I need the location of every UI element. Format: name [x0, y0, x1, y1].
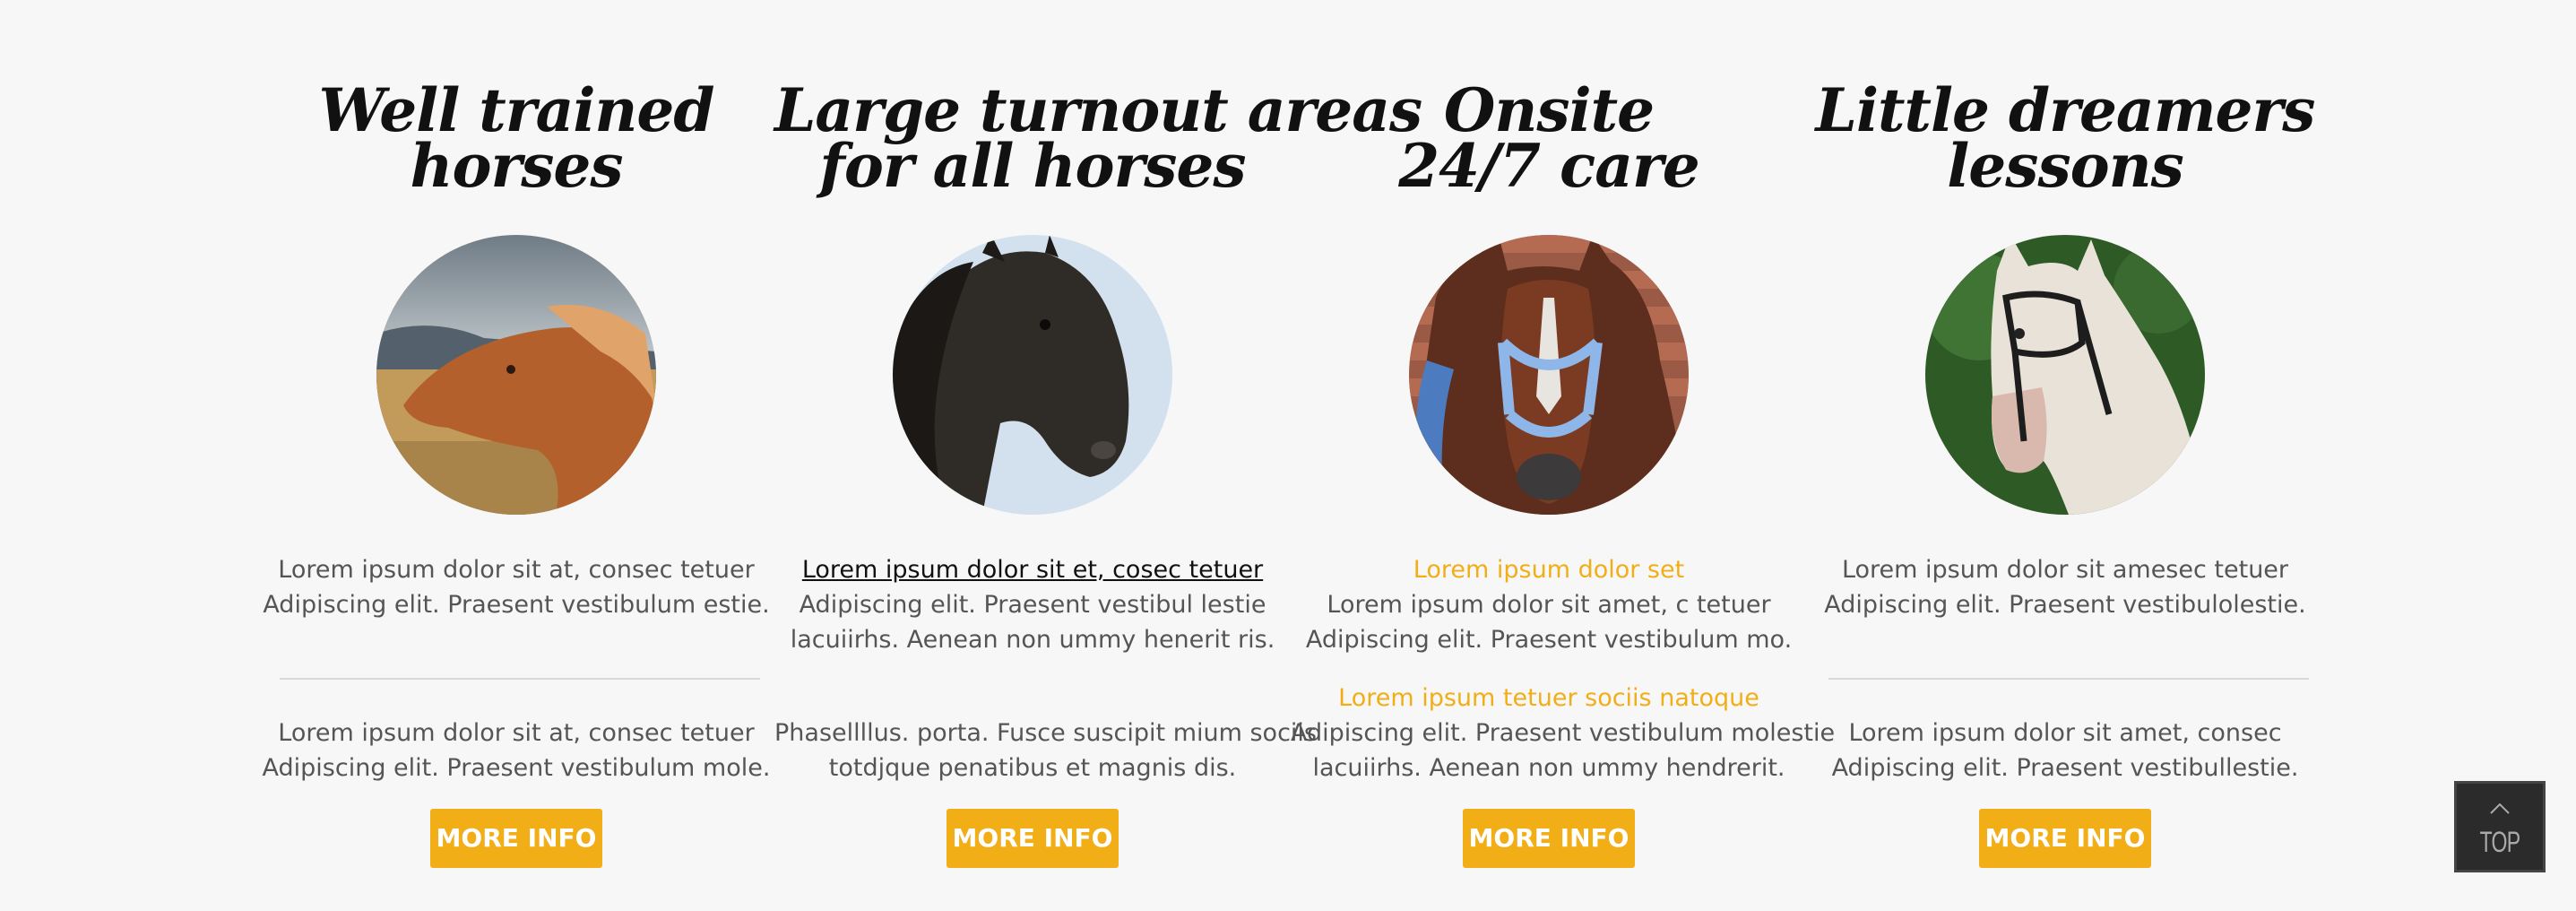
- title-line: Well trained: [318, 75, 714, 145]
- accent-heading: Lorem ipsum dolor set: [1413, 556, 1685, 584]
- divider: [1828, 678, 2309, 680]
- text-line: Adipiscing elit. Praesent vestibul lesti…: [799, 591, 1266, 619]
- text-block-2: Phasellllus. porta. Fusce suscipit mium …: [774, 716, 1317, 785]
- horse-photo-black-icon: [893, 235, 1172, 515]
- text-block-1: Lorem ipsum dolor sit at, consec tetuer …: [258, 552, 774, 622]
- title-line: Large turnout areas: [774, 75, 1422, 145]
- title-line: horses: [410, 131, 623, 201]
- column-title: Large turnout areas for all horses: [774, 75, 1422, 201]
- column-title: Well trained horses: [258, 75, 774, 201]
- feature-column-turnout-areas: Large turnout areas for all horses Lorem…: [774, 0, 1422, 911]
- text-line: lacuiirhs. Aenean non ummy henerit ris.: [790, 626, 1275, 654]
- text-line: Adipiscing elit. Praesent vestibulum mol…: [1291, 719, 1836, 747]
- text-line: Phasellllus. porta. Fusce suscipit mium …: [774, 719, 1317, 747]
- accent-heading: Lorem ipsum tetuer sociis natoque: [1338, 684, 1759, 712]
- title-line: lessons: [1947, 131, 2184, 201]
- horse-photo-bay-halter: [1409, 235, 1689, 515]
- back-to-top-button[interactable]: TOP: [2454, 781, 2546, 872]
- horse-photo-white-icon: [1925, 235, 2205, 515]
- text-line: Adipiscing elit. Praesent vestibullestie…: [1831, 754, 2299, 782]
- title-line: for all horses: [819, 131, 1246, 201]
- title-line: Onsite: [1443, 75, 1655, 145]
- text-line: Adipiscing elit. Praesent vestibulum est…: [263, 591, 770, 619]
- horse-photo-white: [1925, 235, 2205, 515]
- horse-photo-bay-halter-icon: [1409, 235, 1689, 515]
- text-line: Lorem ipsum dolor sit amesec tetuer: [1841, 556, 2289, 584]
- more-info-button[interactable]: MORE INFO: [1463, 809, 1635, 868]
- text-block-1: Lorem ipsum dolor sit et, cosec tetuer A…: [774, 552, 1291, 657]
- features-row: Well trained horses Lorem ipsum dolor si…: [0, 0, 2576, 911]
- feature-column-trained-horses: Well trained horses Lorem ipsum dolor si…: [258, 0, 774, 911]
- text-line: Adipiscing elit. Praesent vestibulolesti…: [1824, 591, 2306, 619]
- text-line: Lorem ipsum dolor sit amet, c tetuer: [1327, 591, 1771, 619]
- text-line: Adipiscing elit. Praesent vestibulum mo.: [1305, 626, 1793, 654]
- text-line: Lorem ipsum dolor sit amet, consec: [1848, 719, 2282, 747]
- more-info-button[interactable]: MORE INFO: [947, 809, 1119, 868]
- text-block-1: Lorem ipsum dolor set Lorem ipsum dolor …: [1291, 552, 1807, 657]
- column-title: Little dreamers lessons: [1807, 75, 2323, 201]
- horse-photo-chestnut-icon: [376, 235, 656, 515]
- horse-photo-black: [893, 235, 1172, 515]
- back-to-top-label: TOP: [2479, 826, 2521, 858]
- horse-photo-chestnut: [376, 235, 656, 515]
- chevron-up-icon: [2490, 803, 2510, 814]
- text-block-2: Lorem ipsum dolor sit at, consec tetuer …: [258, 716, 774, 785]
- text-line: Lorem ipsum dolor sit at, consec tetuer: [278, 556, 755, 584]
- text-line: Lorem ipsum dolor sit at, consec tetuer: [278, 719, 755, 747]
- more-info-button[interactable]: MORE INFO: [430, 809, 602, 868]
- more-info-button[interactable]: MORE INFO: [1979, 809, 2151, 868]
- link-text[interactable]: Lorem ipsum dolor sit et, cosec tetuer: [802, 556, 1263, 584]
- title-line: Little dreamers: [1815, 75, 2316, 145]
- divider: [280, 678, 760, 680]
- title-line: 24/7 care: [1398, 131, 1700, 201]
- feature-column-onsite-care: Onsite 24/7 care Lorem ipsum dolor set L…: [1291, 0, 1836, 911]
- text-link[interactable]: Lorem ipsum dolor sit et, cosec tetuer: [774, 552, 1291, 587]
- text-block-2: Lorem ipsum tetuer sociis natoque Adipis…: [1291, 681, 1836, 785]
- text-block-2: Lorem ipsum dolor sit amet, consec Adipi…: [1807, 716, 2323, 785]
- column-title: Onsite 24/7 care: [1291, 75, 1807, 201]
- text-block-1: Lorem ipsum dolor sit amesec tetuer Adip…: [1807, 552, 2323, 622]
- text-line: Adipiscing elit. Praesent vestibulum mol…: [262, 754, 771, 782]
- text-line: lacuiirhs. Aenean non ummy hendrerit.: [1312, 754, 1785, 782]
- feature-column-little-dreamers: Little dreamers lessons Lorem ipsum dolo…: [1807, 0, 2323, 911]
- text-line: totdjque penatibus et magnis dis.: [828, 754, 1237, 782]
